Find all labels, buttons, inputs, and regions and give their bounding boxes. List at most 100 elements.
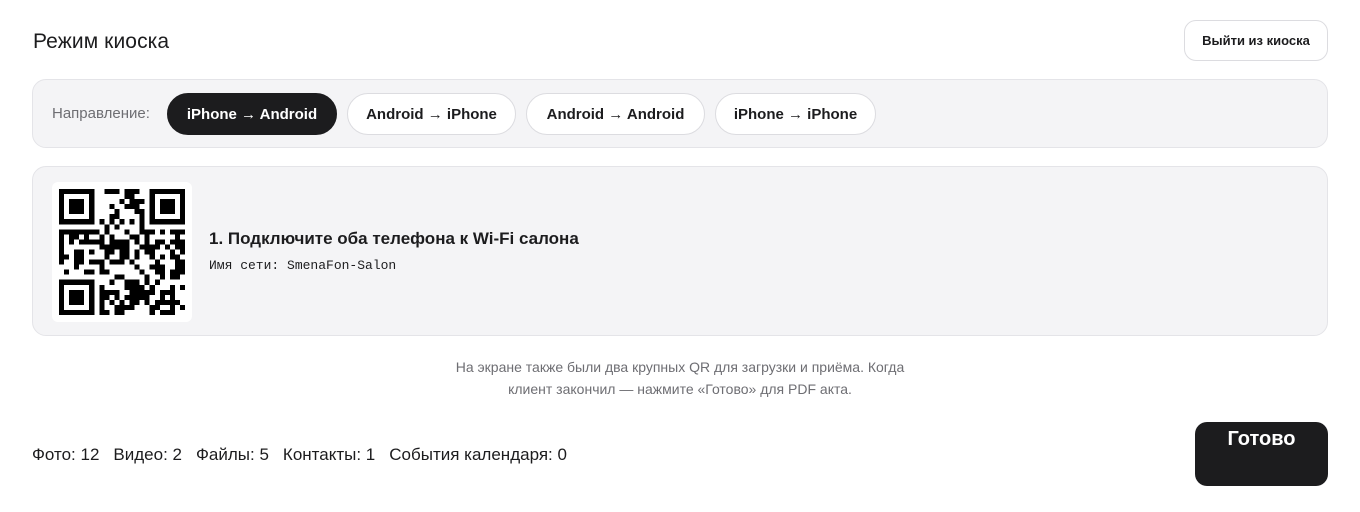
- qr-module: [119, 309, 125, 315]
- qr-module: [89, 294, 95, 300]
- qr-module: [164, 244, 170, 250]
- qr-module: [139, 214, 145, 220]
- qr-module: [59, 249, 65, 255]
- qr-module: [129, 259, 135, 265]
- qr-module: [134, 234, 140, 240]
- qr-module: [179, 204, 185, 210]
- qr-module: [154, 299, 160, 305]
- qr-module: [129, 284, 135, 290]
- exit-kiosk-button[interactable]: Выйти из киоска: [1184, 20, 1328, 61]
- qr-module: [119, 259, 125, 265]
- qr-module: [74, 259, 80, 265]
- qr-module: [79, 219, 85, 225]
- qr-module: [154, 244, 160, 250]
- qr-module: [129, 234, 135, 240]
- qr-module: [104, 229, 110, 235]
- qr-module: [154, 239, 160, 245]
- qr-module: [169, 209, 175, 215]
- qr-module: [74, 294, 80, 300]
- qr-module: [169, 299, 175, 305]
- qr-code-icon: [52, 182, 192, 322]
- qr-module: [94, 229, 100, 235]
- wifi-step-card: 1. Подключите оба телефона к Wi-Fi салон…: [32, 166, 1328, 336]
- qr-module: [144, 274, 150, 280]
- direction-option-android-iphone[interactable]: Android → iPhone: [347, 93, 516, 135]
- qr-module: [59, 304, 65, 310]
- qr-module: [169, 309, 175, 315]
- qr-module: [144, 229, 150, 235]
- qr-module: [124, 239, 130, 245]
- qr-module: [109, 244, 115, 250]
- qr-module: [79, 259, 85, 265]
- step-title: 1. Подключите оба телефона к Wi-Fi салон…: [209, 229, 579, 248]
- qr-module: [174, 254, 180, 260]
- qr-module: [174, 239, 180, 245]
- qr-module: [134, 254, 140, 260]
- qr-module: [144, 289, 150, 295]
- qr-module: [59, 239, 65, 245]
- qr-module: [109, 239, 115, 245]
- qr-module: [69, 219, 75, 225]
- qr-module: [104, 289, 110, 295]
- qr-module: [59, 189, 65, 195]
- qr-module: [124, 284, 130, 290]
- qr-module: [124, 254, 130, 260]
- info-note-line-2: клиент закончил — нажмите «Готово» для P…: [508, 381, 852, 397]
- qr-module: [174, 269, 180, 275]
- qr-code-graphic: [59, 189, 185, 315]
- qr-module: [89, 279, 95, 285]
- qr-module: [144, 294, 150, 300]
- qr-module: [179, 199, 185, 205]
- qr-module: [139, 284, 145, 290]
- done-button[interactable]: Готово: [1195, 422, 1328, 486]
- qr-module: [159, 309, 165, 315]
- qr-module: [79, 294, 85, 300]
- qr-module: [79, 204, 85, 210]
- qr-module: [134, 249, 140, 255]
- qr-module: [129, 294, 135, 300]
- qr-module: [119, 199, 125, 205]
- qr-module: [69, 294, 75, 300]
- qr-module: [149, 229, 155, 235]
- direction-option-iphone-android[interactable]: iPhone → Android: [167, 93, 337, 135]
- qr-module: [159, 299, 165, 305]
- qr-module: [149, 199, 155, 205]
- qr-module: [99, 264, 105, 270]
- qr-module: [144, 249, 150, 255]
- qr-module: [154, 279, 160, 285]
- stat-calendar-events: События календаря: 0: [389, 445, 567, 464]
- qr-module: [169, 269, 175, 275]
- qr-module: [129, 289, 135, 295]
- qr-module: [149, 244, 155, 250]
- qr-module: [149, 249, 155, 255]
- qr-module: [74, 279, 80, 285]
- qr-module: [159, 269, 165, 275]
- qr-module: [99, 269, 105, 275]
- direction-option-iphone-iphone[interactable]: iPhone → iPhone: [715, 93, 876, 135]
- qr-module: [59, 194, 65, 200]
- qr-module: [89, 194, 95, 200]
- qr-module: [59, 204, 65, 210]
- qr-module: [134, 199, 140, 205]
- qr-module: [124, 204, 130, 210]
- qr-module: [64, 254, 70, 260]
- direction-option-android-android[interactable]: Android → Android: [526, 93, 705, 135]
- qr-module: [149, 254, 155, 260]
- qr-module: [149, 209, 155, 215]
- qr-module: [59, 289, 65, 295]
- qr-module: [154, 189, 160, 195]
- qr-module: [79, 239, 85, 245]
- qr-module: [109, 249, 115, 255]
- qr-module: [114, 244, 120, 250]
- qr-module: [139, 219, 145, 225]
- qr-module: [74, 204, 80, 210]
- qr-module: [139, 224, 145, 230]
- qr-module: [129, 199, 135, 205]
- qr-module: [144, 234, 150, 240]
- qr-module: [129, 219, 135, 225]
- qr-module: [119, 299, 125, 305]
- qr-module: [134, 279, 140, 285]
- qr-module: [174, 264, 180, 270]
- qr-module: [74, 189, 80, 195]
- qr-module: [129, 189, 135, 195]
